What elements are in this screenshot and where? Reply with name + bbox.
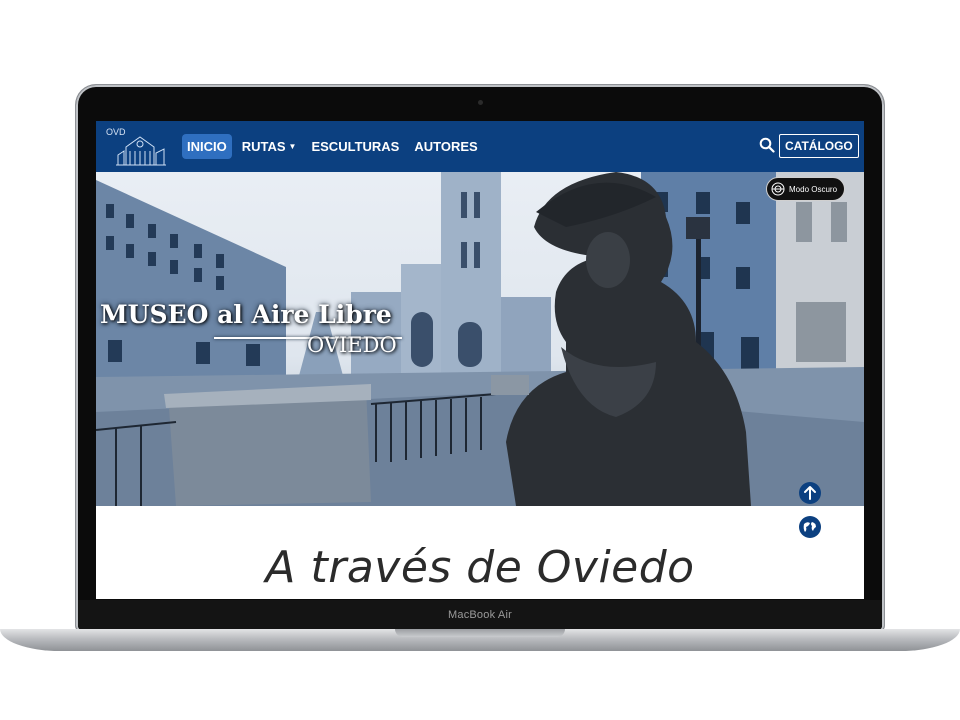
navbar: OVD INICIO RUTAS ▼ ESCULTURAS AUTORES CA… xyxy=(96,121,864,172)
nav-esculturas-label: ESCULTURAS xyxy=(311,139,400,154)
nav-rutas-label: RUTAS xyxy=(241,139,286,154)
logo-text: OVD xyxy=(106,127,126,137)
device-model-label: MacBook Air xyxy=(448,609,512,621)
hero-photo xyxy=(96,172,864,506)
site-logo[interactable]: OVD xyxy=(106,127,174,167)
laptop-notch xyxy=(395,629,565,637)
hero-title: MUSEO al Aire Libre xyxy=(100,300,392,329)
nav-autores[interactable]: AUTORES xyxy=(409,134,482,159)
hero-banner: MUSEO al Aire Libre OVIEDO Modo Oscuro xyxy=(96,172,864,506)
nav-rutas[interactable]: RUTAS ▼ xyxy=(237,134,302,159)
chevron-down-icon: ▼ xyxy=(288,142,297,151)
globe-icon[interactable] xyxy=(799,516,821,538)
nav-links: INICIO RUTAS ▼ ESCULTURAS AUTORES xyxy=(182,134,488,159)
nav-inicio[interactable]: INICIO xyxy=(182,134,232,159)
dark-mode-label: Modo Oscuro xyxy=(789,184,838,194)
section-heading: A través de Oviedo xyxy=(265,542,695,593)
nav-esculturas[interactable]: ESCULTURAS xyxy=(306,134,404,159)
screen: OVD INICIO RUTAS ▼ ESCULTURAS AUTORES CA… xyxy=(96,121,864,599)
arrow-up-icon[interactable] xyxy=(799,482,821,504)
catalog-button-label: CATÁLOGO xyxy=(785,139,853,153)
camera xyxy=(478,100,483,105)
nav-inicio-label: INICIO xyxy=(187,139,227,154)
search-icon[interactable] xyxy=(759,137,775,153)
laptop-chin: MacBook Air xyxy=(78,600,882,630)
catalog-button[interactable]: CATÁLOGO xyxy=(779,134,859,158)
dark-mode-icon xyxy=(771,182,785,196)
hero-subtitle: OVIEDO xyxy=(307,333,397,357)
dark-mode-toggle[interactable]: Modo Oscuro xyxy=(766,177,846,201)
nav-autores-label: AUTORES xyxy=(414,139,478,154)
